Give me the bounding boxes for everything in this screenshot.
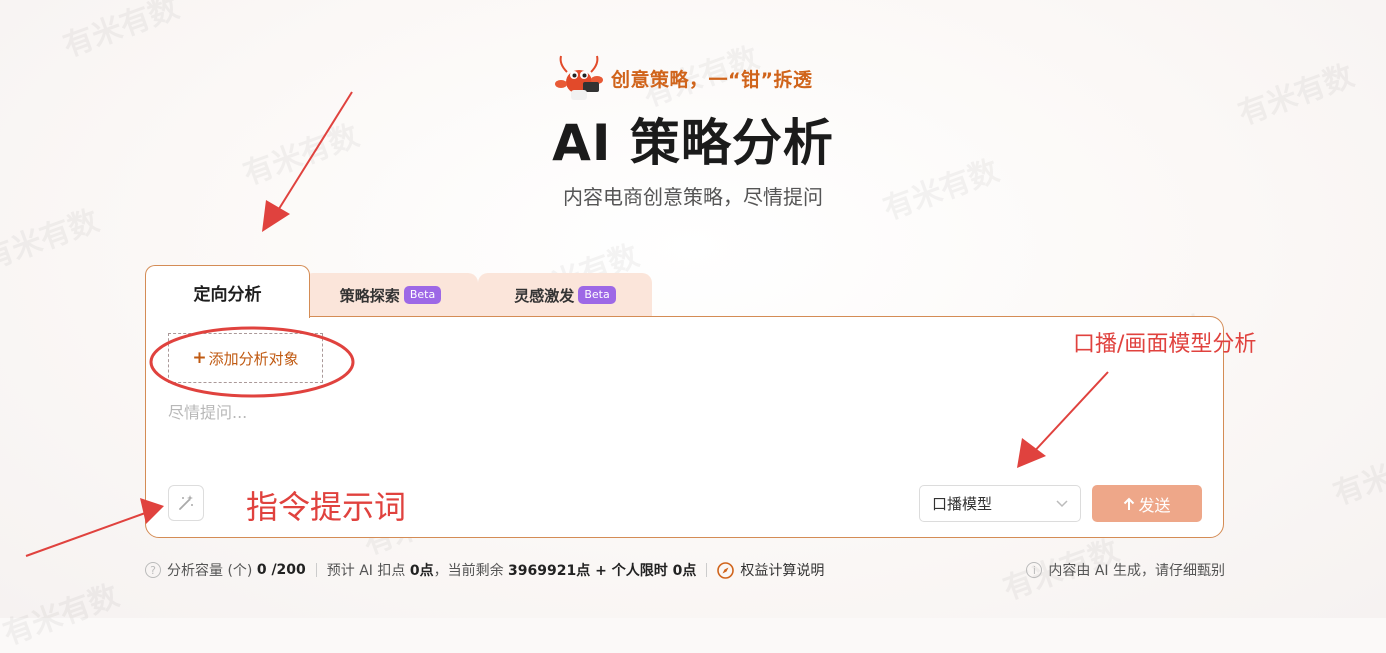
send-label: 发送 xyxy=(1138,495,1171,515)
tab-label: 定向分析 xyxy=(193,284,262,305)
remaining-prefix: ，当前剩余 xyxy=(433,563,504,579)
disclaimer-text: 内容由 AI 生成，请仔细甄别 xyxy=(1048,563,1225,579)
divider xyxy=(706,563,708,577)
capacity-value: 0 /200 xyxy=(256,562,306,578)
arrow-up-icon xyxy=(1124,497,1135,510)
remaining-value: 3969921点 + 个人限时 0点 xyxy=(508,563,697,579)
capacity-label: 分析容量 (个) xyxy=(167,563,253,579)
tagline-row: 创意策略，一“钳”拆透 xyxy=(553,52,812,104)
beta-badge: Beta xyxy=(578,286,616,304)
add-analysis-target-button[interactable]: + 添加分析对象 xyxy=(168,333,323,383)
tab-strategy-explore[interactable]: 策略探索 Beta xyxy=(303,273,478,317)
usage-footer: ? 分析容量 (个) 0 /200 预计 AI 扣点 0点 ，当前剩余 3969… xyxy=(145,558,1225,582)
lobster-mascot-icon xyxy=(555,55,603,100)
model-select[interactable]: 口播模型 xyxy=(919,485,1081,522)
prompt-input[interactable] xyxy=(168,403,1198,422)
tab-label: 策略探索 xyxy=(339,286,400,305)
page-subtitle: 内容电商创意策略，尽情提问 xyxy=(563,185,823,209)
rights-explanation-link[interactable]: 权益计算说明 xyxy=(740,560,824,580)
compass-icon xyxy=(717,561,735,579)
model-annotation-label: 口播/画面模型分析 xyxy=(1073,332,1257,357)
tab-label: 灵感激发 xyxy=(514,286,575,305)
estimate-value: 0点 xyxy=(409,563,434,579)
tab-directed-analysis[interactable]: 定向分析 xyxy=(145,265,310,318)
chevron-down-icon xyxy=(1056,499,1068,507)
disclaimer: i 内容由 AI 生成，请仔细甄别 xyxy=(1026,560,1225,580)
send-button[interactable]: 发送 xyxy=(1092,485,1202,522)
estimate-prefix: 预计 AI 扣点 xyxy=(326,563,406,579)
beta-badge: Beta xyxy=(403,286,442,304)
tagline: 创意策略，一“钳”拆透 xyxy=(611,68,813,91)
help-icon[interactable]: ? xyxy=(145,562,161,578)
prompt-annotation-label: 指令提示词 xyxy=(246,488,407,526)
plus-icon: + xyxy=(192,348,207,368)
info-icon: i xyxy=(1026,562,1043,578)
divider xyxy=(315,563,317,577)
add-target-label: 添加分析对象 xyxy=(208,349,299,368)
prompt-magic-button[interactable] xyxy=(168,485,204,521)
page-title: AI 策略分析 xyxy=(552,114,834,172)
magic-wand-icon xyxy=(179,495,193,510)
tab-inspiration[interactable]: 灵感激发 Beta xyxy=(478,273,652,317)
model-select-value: 口播模型 xyxy=(932,495,993,513)
